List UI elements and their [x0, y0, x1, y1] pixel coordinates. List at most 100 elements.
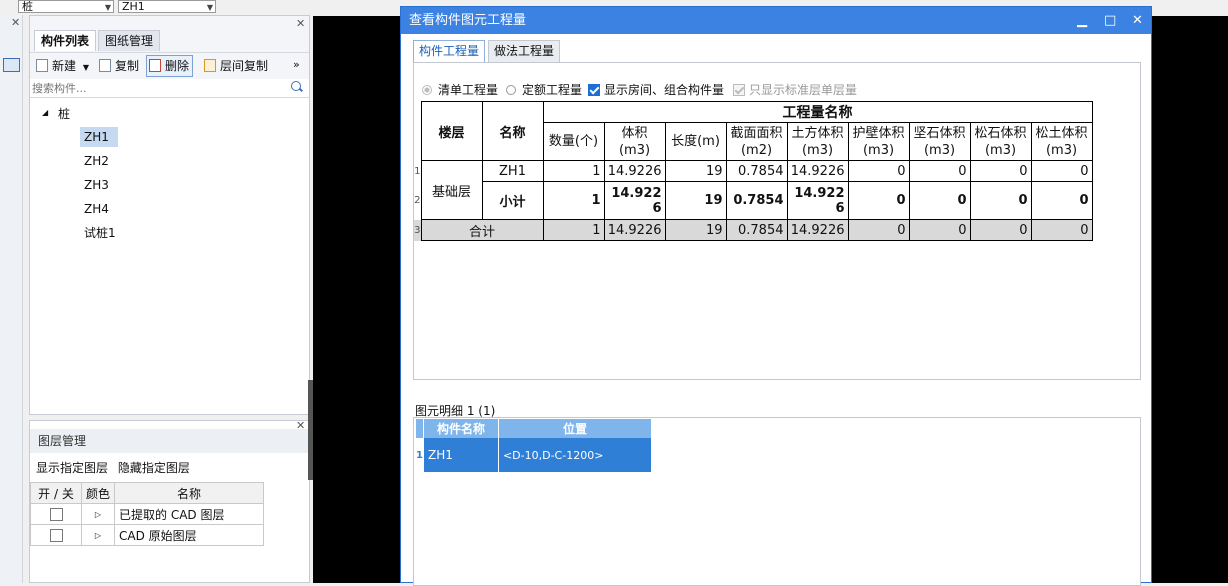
close-icon[interactable]: ✕ — [1132, 7, 1143, 34]
component-tree: ◢ 桩 ZH1 ZH2 ZH3 ZH4 试桩1 — [30, 98, 309, 414]
layer-table: 开 / 关 颜色 名称 ▷ 已提取的 CAD 图层 ▷ CAD 原始图层 — [30, 482, 264, 546]
chevron-down-icon: ▼ — [206, 3, 213, 12]
subtotal-cell: 小计 — [481, 181, 544, 220]
copy-icon — [99, 59, 111, 72]
table-row: ▷ 已提取的 CAD 图层 — [30, 503, 264, 525]
new-button-label: 新建 — [52, 59, 77, 73]
detail-area: 构件名称 位置 1 ZH1 <D-10,D-C-1200> — [413, 417, 1141, 586]
std-floor-label: 只显示标准层单层量 — [749, 83, 858, 97]
table-row: 2 小计 1 14.9226 19 0.7854 14.9226 0 0 0 0 — [414, 181, 1093, 220]
table-row: 1 基础层 ZH1 1 14.9226 19 0.7854 14.9226 0 … — [414, 160, 1093, 220]
delete-button-label: 删除 — [165, 59, 190, 73]
list-qty-radio[interactable] — [422, 84, 432, 95]
type-combo[interactable]: 桩 ▼ — [18, 0, 114, 13]
copy-button-label: 复制 — [115, 59, 140, 73]
header-floor: 楼层 — [420, 101, 483, 161]
layer-checkbox[interactable] — [49, 529, 63, 542]
show-room-checkbox[interactable] — [588, 83, 601, 96]
expand-icon[interactable]: ▷ — [81, 503, 115, 525]
header-name: 名称 — [481, 101, 544, 161]
list-qty-label: 清单工程量 — [438, 83, 499, 97]
expand-icon[interactable]: ▷ — [81, 524, 115, 546]
header-soft-rock-volume: 松石体积(m3) — [969, 122, 1032, 161]
collapse-icon[interactable]: ◢ — [42, 108, 48, 117]
name-cell: ZH1 — [481, 160, 544, 182]
tree-item-test-pile[interactable]: 试桩1 — [80, 223, 120, 243]
layer-panel-title: 图层管理 — [30, 429, 309, 453]
layer-checkbox[interactable] — [49, 508, 63, 521]
layer-name: CAD 原始图层 — [114, 524, 264, 546]
left-dock-strip: ✕ — [0, 15, 23, 583]
maximize-icon[interactable]: □ — [1104, 7, 1116, 34]
tree-root-pile[interactable]: 桩 — [54, 104, 74, 124]
floor-cell: 基础层 — [420, 160, 483, 220]
close-icon[interactable]: ✕ — [296, 17, 305, 30]
header-length: 长度(m) — [664, 122, 727, 161]
tab-drawing-management[interactable]: 图纸管理 — [98, 30, 161, 51]
table-row[interactable]: 1 ZH1 <D-10,D-C-1200> — [416, 438, 652, 472]
delete-icon — [149, 59, 161, 72]
header-quantity-group: 工程量名称 — [542, 101, 1093, 123]
quantity-dialog: 查看构件图元工程量 ▁ □ ✕ 构件工程量 做法工程量 清单工程量 定额工程量 … — [400, 6, 1152, 586]
quota-qty-radio[interactable] — [506, 84, 517, 95]
table-row: 3 合计 1 14.9226 19 0.7854 14.9226 0 0 0 0 — [414, 219, 1093, 241]
total-cell: 合计 — [420, 219, 544, 241]
header-section-area: 截面面积(m2) — [725, 122, 788, 161]
component-tabs: 构件列表 图纸管理 — [34, 30, 162, 51]
component-toolbar: 新建 ▼ 复制 删除 层间复制 » — [30, 52, 309, 80]
minimize-icon[interactable]: ▁ — [1077, 7, 1087, 34]
copy-button[interactable]: 复制 — [97, 56, 139, 76]
panel-toggle-icon[interactable] — [3, 58, 20, 72]
tab-component-list[interactable]: 构件列表 — [34, 30, 97, 51]
dialog-title: 查看构件图元工程量 — [401, 7, 1151, 34]
layer-name: 已提取的 CAD 图层 — [114, 503, 264, 525]
delete-button[interactable]: 删除 — [146, 55, 194, 77]
options-row: 清单工程量 定额工程量 显示房间、组合构件量 只显示标准层单层量 — [422, 81, 857, 98]
header-wall-volume: 护壁体积(m3) — [847, 122, 910, 161]
header-toggle: 开 / 关 — [30, 482, 82, 504]
header-volume: 体积(m3) — [603, 122, 666, 161]
layer-links: 显示指定图层 隐藏指定图层 — [36, 459, 190, 476]
quota-qty-label: 定额工程量 — [522, 83, 583, 97]
header-color: 颜色 — [81, 482, 115, 504]
header-name: 名称 — [114, 482, 264, 504]
search-bar — [30, 79, 309, 98]
type-combo-value: 桩 — [22, 0, 33, 13]
quantity-table: 楼层 名称 工程量名称 数量(个) 体积(m3) 长度(m) 截面面积(m2) … — [414, 101, 1093, 241]
tab-component-quantity[interactable]: 构件工程量 — [413, 40, 486, 62]
quantity-body: 清单工程量 定额工程量 显示房间、组合构件量 只显示标准层单层量 楼层 名称 工… — [413, 62, 1141, 380]
tree-item-zh4[interactable]: ZH4 — [80, 199, 113, 219]
header-hard-rock-volume: 坚石体积(m3) — [908, 122, 971, 161]
detail-position-cell: <D-10,D-C-1200> — [498, 438, 652, 472]
show-layer-link[interactable]: 显示指定图层 — [36, 461, 108, 475]
chevron-down-icon: ▼ — [104, 3, 111, 12]
new-file-icon — [36, 59, 48, 72]
tree-item-zh1[interactable]: ZH1 — [80, 127, 118, 147]
hide-layer-link[interactable]: 隐藏指定图层 — [118, 461, 190, 475]
chevron-down-icon: ▼ — [82, 63, 89, 72]
search-icon[interactable] — [291, 81, 301, 91]
new-button[interactable]: 新建 ▼ — [34, 56, 89, 76]
std-floor-checkbox[interactable] — [733, 83, 746, 96]
detail-name-cell: ZH1 — [423, 438, 499, 472]
component-combo[interactable]: ZH1 ▼ — [118, 0, 216, 13]
floor-copy-icon — [204, 59, 216, 72]
header-loose-soil-volume: 松土体积(m3) — [1030, 122, 1093, 161]
search-input[interactable] — [30, 79, 282, 97]
floor-copy-button-label: 层间复制 — [220, 59, 269, 73]
show-room-label: 显示房间、组合构件量 — [604, 83, 725, 97]
tree-item-zh3[interactable]: ZH3 — [80, 175, 113, 195]
tree-item-zh2[interactable]: ZH2 — [80, 151, 113, 171]
floor-copy-button[interactable]: 层间复制 — [202, 56, 268, 76]
tab-method-quantity[interactable]: 做法工程量 — [488, 40, 561, 62]
close-icon[interactable]: ✕ — [11, 16, 20, 29]
more-icon[interactable]: » — [293, 58, 300, 71]
header-position: 位置 — [498, 419, 652, 438]
component-combo-value: ZH1 — [122, 0, 145, 13]
component-panel: ✕ 构件列表 图纸管理 新建 ▼ 复制 删除 层间复制 » ◢ 桩 ZH1 ZH… — [29, 15, 310, 415]
detail-table: 构件名称 位置 1 ZH1 <D-10,D-C-1200> — [416, 419, 652, 472]
header-component-name: 构件名称 — [423, 419, 499, 438]
header-earth-volume: 土方体积(m3) — [786, 122, 849, 161]
dialog-tabs: 构件工程量 做法工程量 — [413, 40, 563, 62]
layer-panel: ✕ 图层管理 显示指定图层 隐藏指定图层 开 / 关 颜色 名称 ▷ 已提取的 … — [29, 419, 310, 583]
